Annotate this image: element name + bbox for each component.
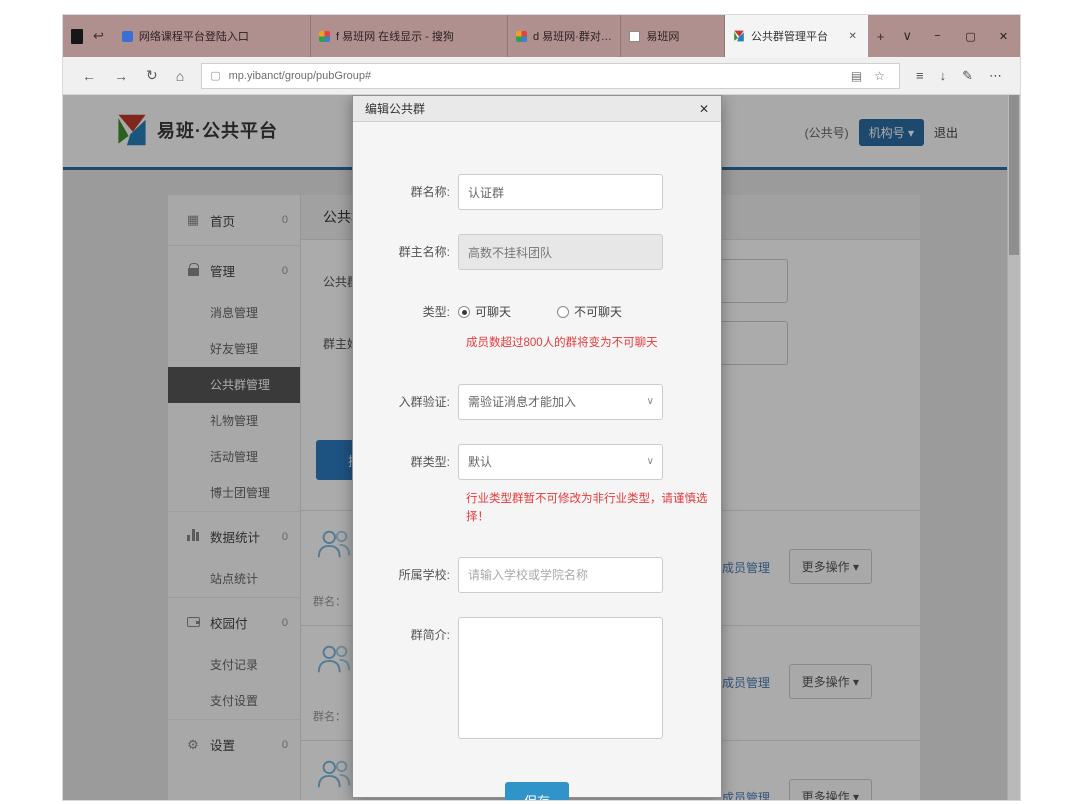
forward-icon[interactable]: → (105, 68, 137, 84)
group-name-input[interactable] (458, 174, 663, 210)
type-radio-group: 可聊天 不可聊天 (458, 294, 663, 330)
school-row: 所属学校: (353, 557, 721, 593)
tab-bar: ↩ 网络课程平台登陆入口 f 易班网 在线显示 - 搜狗 d 易班网·群对接 -… (63, 15, 1020, 57)
radio-label: 不可聊天 (574, 294, 622, 330)
docked-page-icon[interactable] (71, 29, 83, 44)
favicon-colorful (319, 31, 330, 42)
intro-textarea[interactable] (458, 617, 663, 739)
type-label: 类型: (353, 294, 458, 330)
page-viewport: 易班·公共平台 (公共号) 机构号 ▾ 退出 ▦ 首页 0 (63, 95, 1020, 800)
category-label: 群类型: (353, 444, 458, 480)
tab-title: f 易班网 在线显示 - 搜狗 (336, 28, 454, 44)
modal-header: 编辑公共群 ✕ (353, 96, 721, 122)
owner-name-label: 群主名称: (353, 234, 458, 270)
tab-yiban-group[interactable]: d 易班网·群对接 - 易班 (508, 15, 621, 57)
radio-selected-icon (458, 306, 470, 318)
intro-row: 群简介: (353, 617, 721, 744)
edit-public-group-modal: 编辑公共群 ✕ 群名称: 群主名称: (352, 95, 722, 798)
verify-row: 入群验证: 需验证消息才能加入 ∨ (353, 384, 721, 420)
navigation-bar: ← → ↻ ⌂ ▢ mp.yibanct/group/pubGroup# ▤ ☆… (63, 57, 1020, 95)
home-icon[interactable]: ⌂ (167, 68, 193, 84)
scrollbar-thumb[interactable] (1009, 95, 1019, 255)
radio-unselected-icon (557, 306, 569, 318)
type-warning-text: 成员数超过800人的群将变为不可聊天 (466, 334, 711, 352)
favorite-star-icon[interactable]: ☆ (868, 69, 891, 83)
radio-chat-allowed[interactable]: 可聊天 (458, 294, 511, 330)
tab-yiban-search[interactable]: f 易班网 在线显示 - 搜狗 (311, 15, 508, 57)
back-icon[interactable]: ← (73, 68, 105, 84)
tab-close-icon[interactable]: ✕ (846, 29, 860, 44)
yiban-logo-icon (733, 30, 745, 42)
tab-title: 易班网 (646, 28, 679, 44)
owner-name-row: 群主名称: (353, 234, 721, 270)
modal-title: 编辑公共群 (365, 100, 425, 117)
window-controls: − ▢ ✕ (921, 15, 1020, 57)
favicon-colorful (516, 31, 527, 42)
tab-history-icon[interactable]: ↩ (93, 28, 104, 44)
intro-label: 群简介: (353, 617, 458, 744)
url-text[interactable]: mp.yibanct/group/pubGroup# (229, 70, 845, 82)
tab-list-dropdown-icon[interactable]: ∨ (894, 15, 922, 57)
tab-title: 公共群管理平台 (751, 28, 828, 44)
tabbar-left-icons: ↩ (63, 15, 114, 57)
owner-name-input (458, 234, 663, 270)
verify-label: 入群验证: (353, 384, 458, 420)
verify-select[interactable]: 需验证消息才能加入 (458, 384, 663, 420)
tab-title: d 易班网·群对接 - 易班 (533, 28, 612, 44)
more-menu-icon[interactable]: ⋯ (981, 68, 1010, 84)
tab-title: 网络课程平台登陆入口 (139, 28, 249, 44)
refresh-icon[interactable]: ↻ (137, 67, 167, 84)
annotate-icon[interactable]: ✎ (954, 68, 981, 84)
save-button[interactable]: 保存 (505, 782, 569, 800)
school-input[interactable] (458, 557, 663, 593)
browser-window: ↩ 网络课程平台登陆入口 f 易班网 在线显示 - 搜狗 d 易班网·群对接 -… (63, 15, 1020, 800)
restore-button[interactable]: ▢ (954, 15, 987, 57)
tab-active-public-group-platform[interactable]: 公共群管理平台 ✕ (725, 15, 868, 57)
group-name-label: 群名称: (353, 174, 458, 210)
tab-course-portal[interactable]: 网络课程平台登陆入口 (114, 15, 311, 57)
category-warning-text: 行业类型群暂不可修改为非行业类型，请谨慎选择！ (466, 490, 711, 527)
minimize-button[interactable]: − (921, 15, 954, 57)
type-row: 类型: 可聊天 不可聊天 (353, 294, 721, 330)
radio-chat-not-allowed[interactable]: 不可聊天 (557, 294, 622, 330)
new-tab-button[interactable]: + (868, 15, 894, 57)
category-row: 群类型: 默认 ∨ (353, 444, 721, 480)
radio-label: 可聊天 (475, 294, 511, 330)
tab-yiban[interactable]: 易班网 (621, 15, 725, 57)
vertical-scrollbar[interactable] (1007, 95, 1020, 800)
category-select[interactable]: 默认 (458, 444, 663, 480)
chevron-down-icon: ∨ (647, 384, 654, 420)
hub-icon[interactable]: ≡ (908, 68, 932, 83)
reading-view-icon[interactable]: ▤ (845, 69, 868, 83)
modal-body: 群名称: 群主名称: 类型: (353, 122, 721, 797)
favicon-blue (122, 31, 133, 42)
downloads-icon[interactable]: ↓ (932, 68, 955, 83)
address-bar[interactable]: ▢ mp.yibanct/group/pubGroup# ▤ ☆ (201, 63, 900, 89)
screenshot-stage: ↩ 网络课程平台登陆入口 f 易班网 在线显示 - 搜狗 d 易班网·群对接 -… (0, 0, 1080, 804)
close-button[interactable]: ✕ (987, 15, 1020, 57)
chevron-down-icon: ∨ (647, 444, 654, 480)
group-name-row: 群名称: (353, 174, 721, 210)
modal-close-icon[interactable]: ✕ (699, 102, 709, 116)
site-icon: ▢ (210, 69, 220, 82)
favicon-page (629, 31, 640, 42)
school-label: 所属学校: (353, 557, 458, 593)
